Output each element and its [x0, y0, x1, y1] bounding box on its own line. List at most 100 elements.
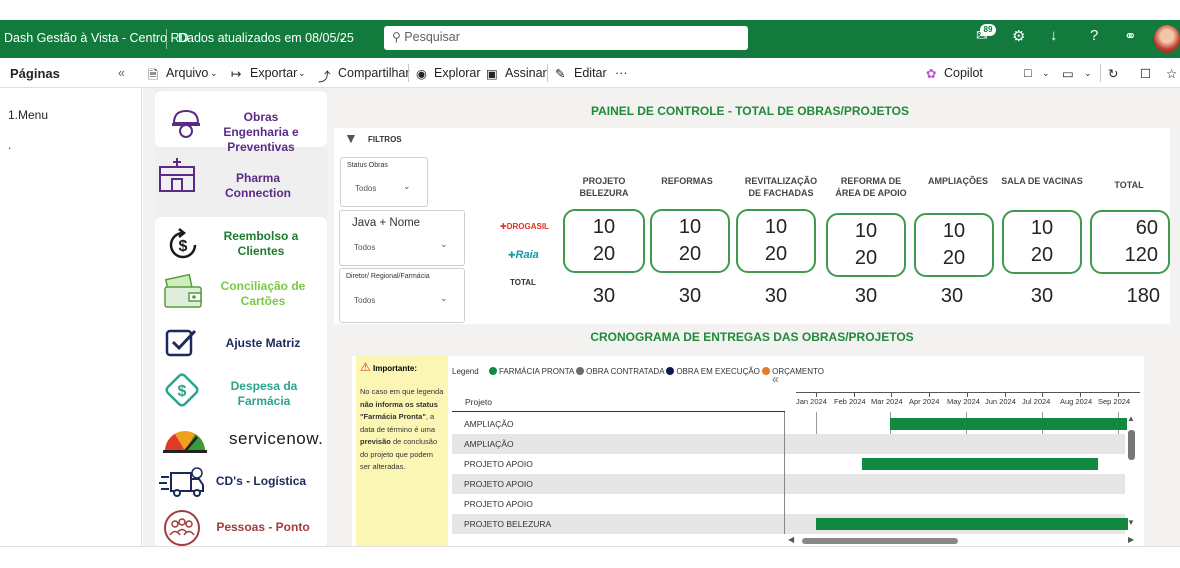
- scroll-right-icon[interactable]: ▶: [1128, 535, 1134, 544]
- gantt-row[interactable]: PROJETO APOIO: [452, 494, 1125, 514]
- chevron-down-icon[interactable]: ⌄: [338, 33, 346, 44]
- toolbar-divider: [408, 64, 409, 82]
- nav-card-obras[interactable]: Obras Engenharia e Preventivas: [155, 91, 327, 154]
- nav-item-reembolso[interactable]: $ Reembolso a Clientes: [155, 223, 327, 267]
- assinar-button[interactable]: Assinar: [505, 66, 547, 80]
- nav-item-servicenow[interactable]: servicenow.: [155, 421, 327, 457]
- comment-icon[interactable]: ☐: [1140, 66, 1151, 81]
- raia-logo: ✚Raia: [508, 249, 539, 261]
- kpi-value-drogasil: 10: [854, 220, 878, 242]
- gantt-month-label: Mar 2024: [871, 397, 903, 406]
- view-icon[interactable]: ▭: [1062, 66, 1074, 81]
- filter-java-nome[interactable]: Java + Nome Todos ⌄: [339, 210, 465, 266]
- nav-item-cds[interactable]: CD's - Logística: [155, 465, 327, 501]
- bookmark-icon[interactable]: □: [1024, 66, 1032, 80]
- nav-item-pessoas[interactable]: Pessoas - Ponto: [155, 509, 327, 547]
- page-item-menu[interactable]: 1.Menu: [8, 108, 48, 122]
- kpi-box-total[interactable]: 60 120: [1090, 210, 1170, 274]
- nav-conciliacao-label: Conciliação de Cartões: [220, 279, 306, 308]
- chevron-down-icon: ⌄: [403, 181, 411, 191]
- filter-icon: ▼: [344, 130, 358, 146]
- copilot-button[interactable]: Copilot: [944, 66, 983, 80]
- sign-icon: ▣: [486, 67, 498, 81]
- kpi-value-drogasil: 10: [942, 220, 966, 242]
- search-input[interactable]: ⚲ Pesquisar: [384, 26, 748, 50]
- share-icon: ⤴: [318, 70, 331, 84]
- kpi-total-apoio: 30: [854, 285, 878, 307]
- gantt-bar[interactable]: [862, 458, 1098, 470]
- settings-icon[interactable]: ⚙: [1012, 27, 1025, 45]
- total-row-label: TOTAL: [510, 278, 536, 287]
- kpi-box-apoio[interactable]: 10 20: [826, 213, 906, 277]
- search-icon: ⚲: [392, 30, 401, 44]
- filter-diretor[interactable]: Diretor/ Regional/Farmácia Todos ⌄: [339, 268, 465, 323]
- kpi-value-raia: 20: [942, 247, 966, 269]
- importante-text-bold: previsão: [360, 437, 391, 446]
- chevron-down-icon[interactable]: ⌄: [298, 68, 306, 79]
- nav-item-conciliacao[interactable]: Conciliação de Cartões: [155, 271, 327, 315]
- scroll-thumb[interactable]: [802, 538, 958, 544]
- kpi-total-belezura: 30: [592, 285, 616, 307]
- page-item-dot[interactable]: .: [8, 138, 11, 152]
- avatar[interactable]: [1154, 25, 1180, 53]
- explorar-button[interactable]: Explorar: [434, 66, 481, 80]
- svg-text:$: $: [179, 238, 188, 255]
- data-updated-label[interactable]: Dados atualizados em 08/05/25: [178, 31, 354, 45]
- gantt-col-projeto[interactable]: Projeto: [465, 397, 492, 407]
- filter-status-obras[interactable]: Status Obras Todos ⌄: [340, 157, 428, 207]
- chevron-down-icon[interactable]: ⌄: [1042, 68, 1050, 79]
- more-options-icon[interactable]: ···: [615, 66, 628, 80]
- gantt-month-label: May 2024: [947, 397, 980, 406]
- kpi-box-ampliacoes[interactable]: 10 20: [914, 213, 994, 277]
- kpi-box-belezura[interactable]: 10 20: [563, 209, 645, 273]
- collapse-pages-icon[interactable]: «: [118, 66, 125, 80]
- arquivo-menu[interactable]: Arquivo: [166, 66, 208, 80]
- chevron-down-icon[interactable]: ⌄: [210, 68, 218, 79]
- nav-card-pharma[interactable]: Pharma Connection: [156, 157, 328, 200]
- nav-menu: Obras Engenharia e Preventivas Pharma Co…: [155, 89, 327, 548]
- filter-status-label: Status Obras: [347, 162, 388, 169]
- gantt-month-label: Apr 2024: [909, 397, 940, 406]
- chevron-down-icon[interactable]: ⌄: [1084, 68, 1092, 79]
- kpi-box-reformas[interactable]: 10 20: [650, 209, 730, 273]
- favorite-icon[interactable]: ☆: [1166, 66, 1177, 81]
- scroll-thumb[interactable]: [1128, 430, 1135, 460]
- gantt-header-line: [452, 411, 785, 412]
- refresh-icon[interactable]: ↻: [1108, 66, 1118, 81]
- nav-item-ajuste[interactable]: Ajuste Matriz: [155, 325, 327, 361]
- share-people-icon[interactable]: ⚭: [1124, 27, 1137, 45]
- gantt-row[interactable]: AMPLIAÇÃO: [452, 434, 1125, 454]
- gantt-bar[interactable]: [816, 518, 1128, 530]
- vertical-scrollbar[interactable]: ▲ ▼: [1126, 414, 1138, 532]
- pages-panel: 1.Menu .: [0, 88, 142, 546]
- window-top-strip: [0, 0, 1180, 20]
- scroll-down-icon[interactable]: ▼: [1127, 518, 1135, 527]
- gantt-month-label: Jul 2024: [1022, 397, 1051, 406]
- raia-cross-icon: ✚: [508, 250, 516, 260]
- nav-item-despesa[interactable]: $ Despesa da Farmácia: [155, 369, 327, 413]
- compartilhar-button[interactable]: Compartilhar: [338, 66, 410, 80]
- col-header-apoio: REFORMA DE ÁREA DE APOIO: [835, 176, 907, 198]
- raia-label: Raia: [515, 249, 539, 261]
- scroll-left-icon[interactable]: ◀: [788, 535, 794, 544]
- app-title[interactable]: Dash Gestão à Vista - Centro RD: [4, 31, 189, 45]
- scroll-up-icon[interactable]: ▲: [1127, 414, 1135, 423]
- legend-dot: [666, 367, 675, 375]
- help-icon[interactable]: ?: [1090, 27, 1098, 44]
- kpi-box-vacinas[interactable]: 10 20: [1002, 210, 1082, 274]
- pharmacy-store-icon: [159, 158, 195, 192]
- horizontal-scrollbar[interactable]: ◀ ▶: [788, 535, 1138, 546]
- legend-dot: [762, 367, 771, 375]
- gantt-bar[interactable]: [890, 418, 1127, 430]
- download-icon[interactable]: ↓: [1050, 27, 1058, 44]
- kpi-value-drogasil: 60: [1135, 217, 1158, 239]
- importante-header: ⚠ Importante:: [360, 360, 444, 374]
- legend-label: OBRA EM EXECUÇÃO: [676, 367, 760, 376]
- export-icon: ↦: [231, 67, 242, 81]
- exportar-menu[interactable]: Exportar: [250, 66, 297, 80]
- editar-button[interactable]: Editar: [574, 66, 607, 80]
- gantt-row[interactable]: PROJETO APOIO: [452, 474, 1125, 494]
- filter-java-value: Todos: [354, 243, 376, 252]
- kpi-box-fachadas[interactable]: 10 20: [736, 209, 816, 273]
- collapse-icon[interactable]: «: [772, 372, 779, 386]
